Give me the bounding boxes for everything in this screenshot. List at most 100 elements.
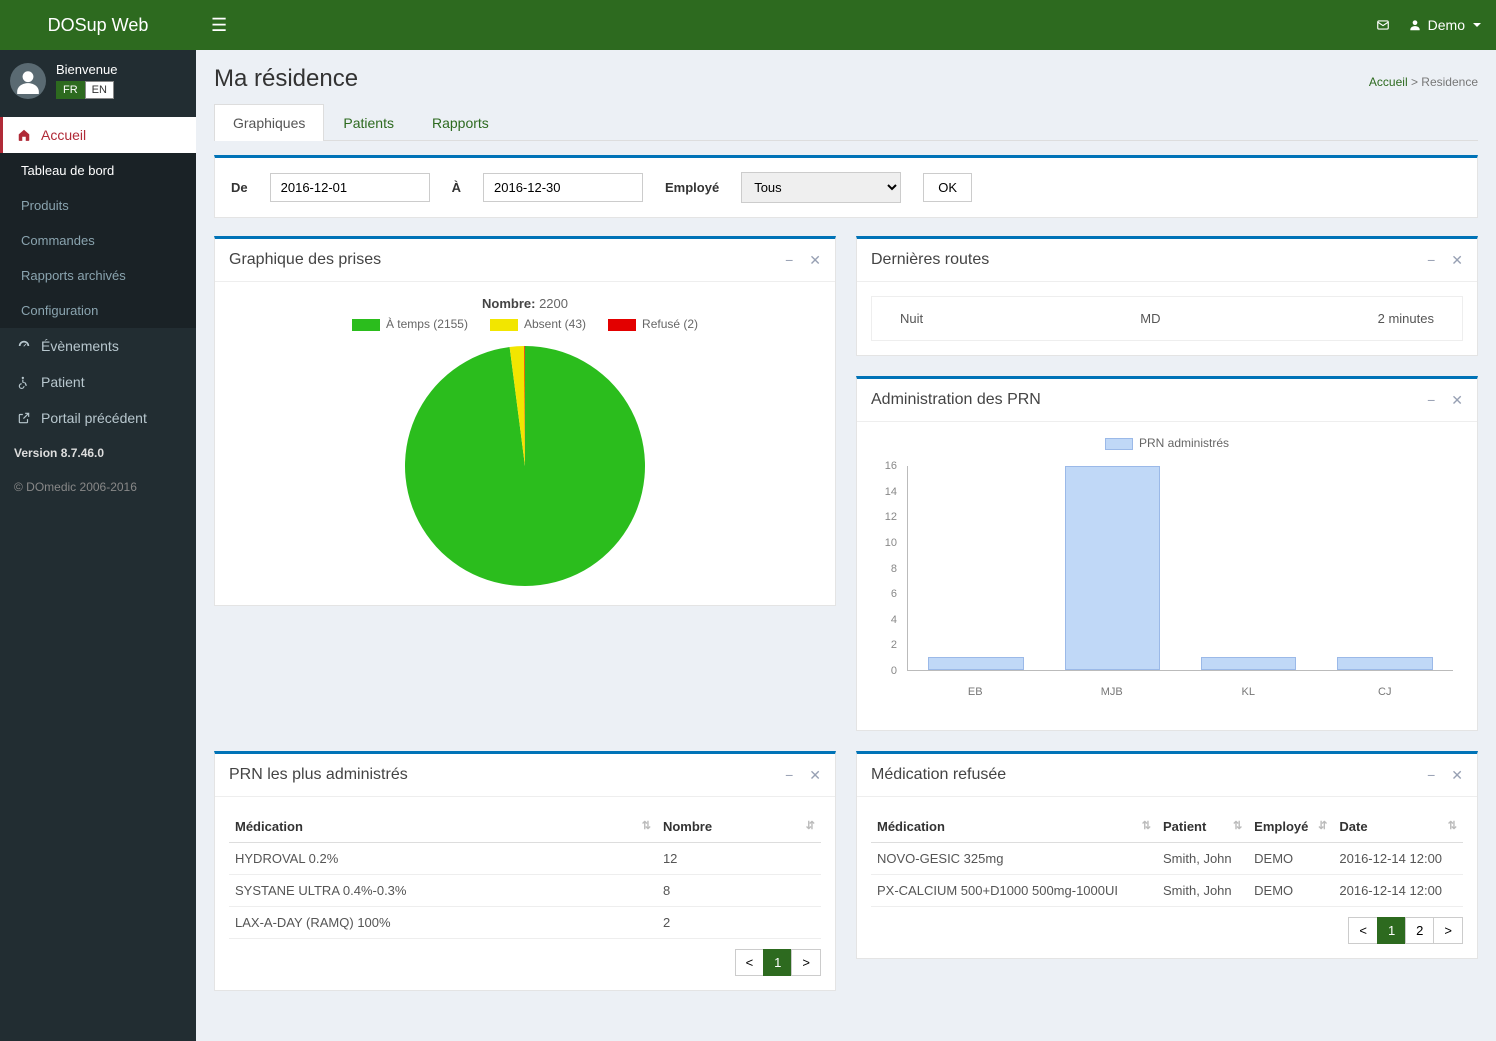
language-switch: FR EN <box>56 81 117 99</box>
user-menu[interactable]: Demo <box>1408 17 1481 33</box>
sidebar-item-portail[interactable]: Portail précédent <box>0 400 196 436</box>
sort-icon: ⇵ <box>1318 819 1327 832</box>
sidebar-item-label: Patient <box>41 374 85 390</box>
sort-icon: ⇵ <box>806 819 815 832</box>
dashboard-icon <box>17 339 31 353</box>
route-shift: Nuit <box>900 311 923 326</box>
sidebar-toggle-button[interactable]: ☰ <box>211 15 227 36</box>
col-employe[interactable]: Employé⇵ <box>1248 811 1333 843</box>
route-row: Nuit MD 2 minutes <box>871 296 1463 341</box>
ok-button[interactable]: OK <box>923 173 972 202</box>
pager-prev-button[interactable]: < <box>1348 917 1378 944</box>
collapse-icon[interactable]: − <box>785 252 793 269</box>
route-user: MD <box>1140 311 1160 326</box>
employee-label: Employé <box>665 180 719 195</box>
pager-next-button[interactable]: > <box>791 949 821 976</box>
external-link-icon <box>17 411 31 425</box>
col-nombre[interactable]: Nombre⇵ <box>657 811 821 843</box>
sidebar-item-produits[interactable]: Produits <box>0 188 196 223</box>
tab-label: Patients <box>343 115 394 131</box>
to-label: À <box>452 180 461 195</box>
bar-legend: PRN administrés <box>871 436 1463 450</box>
from-date-input[interactable] <box>270 173 430 202</box>
sidebar-item-configuration[interactable]: Configuration <box>0 293 196 328</box>
table-row: SYSTANE ULTRA 0.4%-0.3%8 <box>229 875 821 907</box>
box-prn-admin: Administration des PRN − ✕ PRN administr… <box>856 376 1478 731</box>
version-label: Version 8.7.46.0 <box>0 436 196 470</box>
tab-patients[interactable]: Patients <box>324 104 413 141</box>
refused-table: Médication⇅ Patient⇅ Employé⇵ Date⇅ NOVO… <box>871 811 1463 907</box>
sidebar-item-label: Tableau de bord <box>21 163 114 178</box>
user-panel: Bienvenue FR EN <box>0 50 196 111</box>
copyright-label: © DOmedic 2006-2016 <box>0 470 196 504</box>
box-dernieres-routes: Dernières routes − ✕ Nuit MD 2 minutes <box>856 236 1478 356</box>
col-medication[interactable]: Médication⇅ <box>229 811 657 843</box>
sidebar-item-tableau[interactable]: Tableau de bord <box>0 153 196 188</box>
sidebar: Bienvenue FR EN Accueil Tableau de bord … <box>0 50 196 1041</box>
pager-page-2-button[interactable]: 2 <box>1405 917 1434 944</box>
top-nav: DOSup Web ☰ Demo <box>0 0 1496 50</box>
close-icon[interactable]: ✕ <box>1451 392 1463 409</box>
table-row: LAX-A-DAY (RAMQ) 100%2 <box>229 907 821 939</box>
welcome-label: Bienvenue <box>56 62 117 77</box>
pager-prev-button[interactable]: < <box>735 949 765 976</box>
close-icon[interactable]: ✕ <box>1451 767 1463 784</box>
sort-icon: ⇅ <box>1233 819 1242 832</box>
sidebar-item-rapports-archives[interactable]: Rapports archivés <box>0 258 196 293</box>
close-icon[interactable]: ✕ <box>809 767 821 784</box>
to-date-input[interactable] <box>483 173 643 202</box>
table-row: HYDROVAL 0.2%12 <box>229 843 821 875</box>
pager-page-1-button[interactable]: 1 <box>1377 917 1406 944</box>
employee-select[interactable]: Tous <box>741 172 901 203</box>
lang-en-button[interactable]: EN <box>85 81 114 99</box>
collapse-icon[interactable]: − <box>1427 767 1435 784</box>
collapse-icon[interactable]: − <box>1427 392 1435 409</box>
box-title: Administration des PRN <box>871 391 1041 409</box>
pager-next-button[interactable]: > <box>1433 917 1463 944</box>
breadcrumb-current: Residence <box>1421 75 1478 89</box>
home-icon <box>17 128 31 142</box>
sidebar-item-label: Portail précédent <box>41 410 147 426</box>
col-patient[interactable]: Patient⇅ <box>1157 811 1248 843</box>
bar-chart: 0246810121416 EBMJBKLCJ <box>871 456 1463 716</box>
pie-chart <box>400 341 650 591</box>
caret-down-icon <box>1473 23 1481 27</box>
close-icon[interactable]: ✕ <box>1451 252 1463 269</box>
avatar <box>10 63 46 99</box>
box-prn-top: PRN les plus administrés − ✕ Médication⇅… <box>214 751 836 991</box>
filter-bar: De À Employé Tous OK <box>214 155 1478 218</box>
bar-EB <box>908 466 1044 670</box>
swatch-absent <box>490 319 518 331</box>
bar-KL <box>1181 466 1317 670</box>
tab-label: Rapports <box>432 115 489 131</box>
box-title: Dernières routes <box>871 251 989 269</box>
sort-icon: ⇅ <box>1142 819 1151 832</box>
box-medication-refusee: Médication refusée − ✕ Médication⇅ Patie… <box>856 751 1478 959</box>
tab-label: Graphiques <box>233 115 305 131</box>
sidebar-item-label: Évènements <box>41 338 119 354</box>
sidebar-item-label: Rapports archivés <box>21 268 126 283</box>
pager: < 1 2 > <box>871 917 1463 944</box>
from-label: De <box>231 180 248 195</box>
sidebar-item-evenements[interactable]: Évènements <box>0 328 196 364</box>
close-icon[interactable]: ✕ <box>809 252 821 269</box>
wheelchair-icon <box>17 375 31 389</box>
swatch-on-time <box>352 319 380 331</box>
pager-page-1-button[interactable]: 1 <box>763 949 792 976</box>
tab-rapports[interactable]: Rapports <box>413 104 508 141</box>
breadcrumb-home[interactable]: Accueil <box>1369 75 1408 89</box>
tab-graphiques[interactable]: Graphiques <box>214 104 324 141</box>
sidebar-item-commandes[interactable]: Commandes <box>0 223 196 258</box>
sidebar-item-label: Commandes <box>21 233 95 248</box>
sidebar-item-patient[interactable]: Patient <box>0 364 196 400</box>
col-date[interactable]: Date⇅ <box>1333 811 1463 843</box>
sidebar-item-accueil[interactable]: Accueil <box>0 117 196 153</box>
col-medication[interactable]: Médication⇅ <box>871 811 1157 843</box>
pie-count: Nombre: 2200 <box>229 296 821 311</box>
tabs: Graphiques Patients Rapports <box>214 103 1478 141</box>
bar-MJB <box>1044 466 1180 670</box>
mail-icon[interactable] <box>1376 18 1390 32</box>
lang-fr-button[interactable]: FR <box>56 81 85 99</box>
collapse-icon[interactable]: − <box>785 767 793 784</box>
collapse-icon[interactable]: − <box>1427 252 1435 269</box>
